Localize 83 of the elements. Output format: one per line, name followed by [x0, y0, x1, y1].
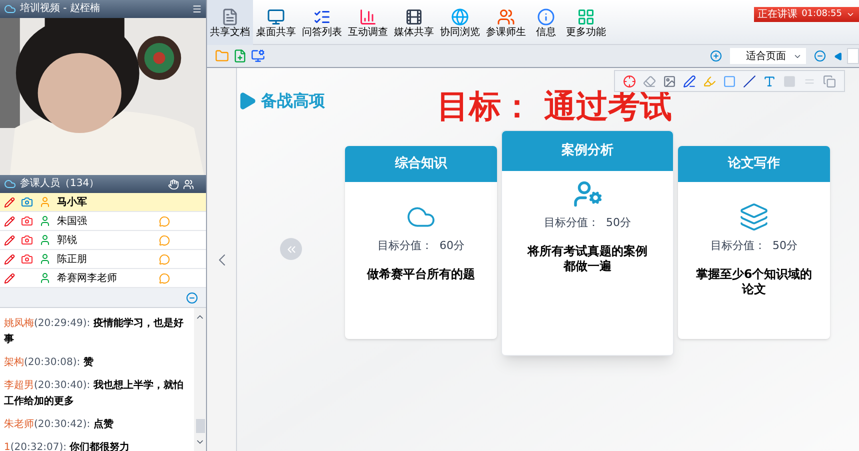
camera-icon[interactable]: [21, 196, 33, 208]
monitor-icon: [267, 8, 285, 26]
camera-icon[interactable]: [21, 215, 33, 227]
bar-chart-icon: [359, 8, 377, 26]
chat-bubble-icon[interactable]: [159, 216, 170, 226]
toolbar-button[interactable]: 问答列表: [299, 0, 345, 45]
user-icon: [39, 272, 51, 284]
scroll-thumb[interactable]: [196, 419, 204, 433]
camera-icon[interactable]: [21, 234, 33, 246]
toolbar-button[interactable]: 更多功能: [563, 0, 609, 45]
status-time: 01:08:55: [802, 10, 842, 19]
grid-icon: [577, 8, 595, 26]
toolbar-button[interactable]: 信息: [529, 0, 563, 45]
section-title: 备战高项: [261, 90, 325, 112]
camera-icon[interactable]: [21, 253, 33, 265]
toolbar-button[interactable]: 桌面共享: [253, 0, 299, 45]
image-icon[interactable]: [663, 74, 676, 88]
participant-name: 马小军: [57, 196, 88, 210]
pointer-icon[interactable]: [623, 74, 636, 88]
user-icon: [39, 253, 51, 265]
zoom-out-icon[interactable]: [814, 50, 826, 62]
chat-message: 架构(20:30:08): 赞: [4, 356, 94, 370]
layers-icon: [739, 202, 769, 232]
previous-icon[interactable]: [834, 52, 843, 60]
toolbar-button[interactable]: 媒体共享: [391, 0, 437, 45]
card-description: 将所有考试真题的案例都做一遍: [526, 244, 648, 274]
participant-name: 陈正朋: [57, 252, 88, 266]
rectangle-icon[interactable]: [723, 74, 736, 88]
hand-icon[interactable]: [168, 178, 179, 190]
toolbar-button[interactable]: 共享文档: [207, 0, 253, 45]
chat-message: 朱老师(20:30:42): 点赞: [4, 418, 114, 432]
card-description: 掌握至少6个知识域的论文: [694, 266, 814, 296]
caret-icon[interactable]: [846, 10, 855, 19]
film-icon: [405, 8, 423, 26]
user-icon: [39, 215, 51, 227]
add-file-icon[interactable]: [233, 49, 247, 63]
participants-title: 参课人员（134）: [20, 179, 100, 189]
participant-name: 希赛网李老师: [57, 272, 118, 286]
card-header: 案例分析: [502, 131, 673, 171]
slide-heading: 目标： 通过考试: [437, 90, 672, 122]
cloud-icon: [4, 3, 16, 15]
person-gear-icon: [572, 179, 602, 209]
menu-icon[interactable]: [192, 4, 202, 14]
eraser-icon[interactable]: [643, 74, 656, 88]
toolbar-button[interactable]: 协同浏览: [437, 0, 483, 45]
target-score: 目标分值： 50分: [710, 238, 798, 254]
video-title: 培训视频 - 赵桎楠: [20, 4, 101, 14]
collapse-icon[interactable]: [186, 292, 198, 304]
chat-bubble-icon[interactable]: [159, 254, 170, 264]
chat-message: 李超男(20:30:40): 我也想上半学，就怕工作给加的更多: [4, 378, 184, 409]
participant-name: 朱国强: [57, 214, 88, 228]
participant-row[interactable]: 马小军: [0, 193, 206, 212]
users-icon: [497, 8, 515, 26]
zoom-in-icon[interactable]: [710, 50, 722, 62]
chat-message: 姚凤梅(20:29:49): 疫情能学习，也是好事: [4, 316, 184, 347]
chat-bubble-icon[interactable]: [159, 234, 170, 246]
participant-name: 郭锐: [57, 234, 78, 248]
globe-icon: [451, 8, 469, 26]
status-label: 正在讲课: [758, 10, 798, 20]
users-icon[interactable]: [183, 178, 194, 190]
page-field[interactable]: [847, 48, 859, 64]
target-score: 目标分值： 50分: [544, 215, 631, 231]
target-score: 目标分值： 60分: [378, 238, 464, 254]
toolbar-button[interactable]: 参课师生: [483, 0, 529, 45]
user-icon: [39, 196, 51, 208]
monitor-icon[interactable]: [251, 49, 265, 63]
card-header: 论文写作: [678, 146, 830, 182]
line-icon[interactable]: [743, 74, 756, 88]
page-icon[interactable]: [823, 74, 836, 88]
document-icon: [221, 8, 239, 26]
text-tool-icon[interactable]: [763, 74, 776, 88]
card-header: 综合知识: [345, 146, 497, 182]
pen-icon[interactable]: [683, 74, 696, 88]
cloud-icon: [4, 178, 16, 190]
user-icon: [39, 234, 51, 246]
status-badge[interactable]: 正在讲课 01:08:55: [754, 7, 859, 22]
scrollbar[interactable]: [194, 308, 206, 451]
toolbar-button[interactable]: 互动调查: [345, 0, 391, 45]
folder-icon[interactable]: [215, 49, 229, 63]
zoom-select[interactable]: 适合页面: [730, 48, 806, 64]
chat-bubble-icon[interactable]: [159, 272, 170, 284]
info-icon: [537, 8, 555, 26]
card-description: 做希赛平台所有的题: [366, 266, 476, 282]
